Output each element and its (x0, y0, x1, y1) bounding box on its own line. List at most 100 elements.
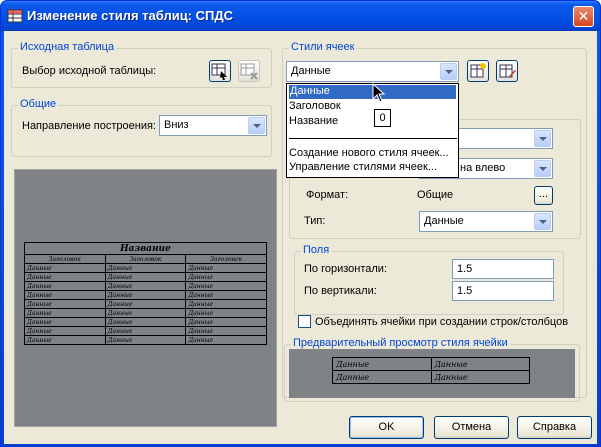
horizontal-margin-input[interactable]: 1.5 (452, 259, 554, 279)
preview-cell: Данные (24, 308, 106, 318)
preview-cell: Данные (24, 317, 106, 327)
preview-cell: Данные (104, 335, 187, 345)
new-cell-style-icon (470, 63, 486, 78)
chevron-down-icon[interactable] (248, 117, 265, 134)
cell-styles-group-title: Стили ячеек (289, 41, 357, 53)
window-title: Изменение стиля таблиц: СПДС (27, 8, 234, 23)
preview-cell: Данные (185, 290, 267, 300)
cell-preview-cell: Данные (332, 370, 432, 384)
vertical-margin-value: 1.5 (457, 285, 473, 297)
cell-preview-cell: Данные (430, 357, 530, 371)
chevron-down-icon[interactable] (534, 130, 551, 147)
preview-cell: Данные (24, 281, 106, 291)
alignment-value: на влево (460, 162, 506, 174)
ok-button[interactable]: OK (349, 416, 424, 439)
select-table-button[interactable] (209, 60, 231, 82)
help-button[interactable]: Справка (517, 416, 592, 439)
preview-cell: Данные (104, 299, 187, 309)
dropdown-separator (289, 138, 457, 139)
source-table-group: Исходная таблица Выбор исходной таблицы: (11, 41, 272, 88)
preview-row: Данные Данные Данные (24, 281, 267, 291)
margins-group-title: Поля (301, 244, 332, 256)
preview-row: Данные Данные Данные (24, 326, 267, 336)
preview-cell: Данные (24, 335, 106, 345)
remove-table-button[interactable] (238, 60, 260, 82)
dialog-window: Изменение стиля таблиц: СПДС ✕ Исходная … (0, 0, 601, 447)
manage-cell-styles-button[interactable] (496, 60, 518, 82)
cell-preview-cell: Данные (332, 357, 432, 371)
preview-cell: Данные (24, 299, 106, 309)
preview-cell: Данные (104, 263, 187, 273)
vertical-margin-label: По вертикали: (304, 285, 377, 297)
table-preview: Название Заголовок Заголовок Заголовок Д… (14, 169, 277, 427)
horizontal-margin-label: По горизонтали: (304, 263, 387, 275)
preview-cell: Данные (24, 272, 106, 282)
preview-cell: Данные (24, 290, 106, 300)
merge-cells-label[interactable]: Объединять ячейки при создании строк/сто… (315, 316, 568, 328)
select-table-icon (211, 63, 227, 80)
type-value: Данные (424, 215, 464, 227)
preview-cell: Данные (185, 308, 267, 318)
preview-cell: Данные (104, 290, 187, 300)
preview-header: Заголовок (104, 254, 187, 264)
preview-row: Данные Данные Данные (24, 272, 267, 282)
dropdown-item-header[interactable]: Заголовок (289, 100, 341, 114)
title-bar[interactable]: Изменение стиля таблиц: СПДС ✕ (1, 1, 600, 31)
close-button[interactable]: ✕ (573, 6, 594, 27)
dialog-client: Исходная таблица Выбор исходной таблицы: (4, 31, 597, 444)
preview-cell: Данные (185, 317, 267, 327)
preview-cell: Данные (24, 263, 106, 273)
cancel-button[interactable]: Отмена (434, 416, 509, 439)
type-label: Тип: (304, 215, 326, 227)
cell-style-preview: Данные Данные Данные Данные (289, 349, 575, 398)
preview-row: Данные Данные Данные (24, 335, 267, 345)
preview-row: Данные Данные Данные (24, 263, 267, 273)
preview-cell: Данные (104, 326, 187, 336)
preview-cell: Данные (185, 263, 267, 273)
format-value: Общие (417, 189, 454, 201)
general-group-title: Общие (18, 98, 59, 110)
direction-label: Направление построения: (22, 120, 156, 132)
preview-row: Данные Данные Данные (24, 299, 267, 309)
horizontal-margin-value: 1.5 (457, 263, 473, 275)
direction-combo[interactable]: Вниз (159, 115, 267, 136)
preview-cell: Данные (185, 299, 267, 309)
preview-table-title: Название (24, 242, 267, 255)
preview-cell: Данные (185, 335, 267, 345)
chevron-down-icon[interactable] (534, 213, 551, 230)
preview-cell: Данные (185, 326, 267, 336)
manage-cell-styles-icon (499, 64, 516, 78)
type-combo[interactable]: Данные (419, 211, 553, 232)
format-label: Формат: (306, 189, 349, 201)
format-button[interactable]: ... (534, 186, 553, 205)
chevron-down-icon[interactable] (534, 160, 551, 177)
dropdown-item-title[interactable]: Название (289, 115, 338, 129)
remove-table-icon (240, 63, 258, 80)
preview-cell: Данные (104, 317, 187, 327)
vertical-margin-input[interactable]: 1.5 (452, 281, 554, 301)
direction-value: Вниз (164, 119, 189, 131)
preview-table: Название Заголовок Заголовок Заголовок Д… (24, 242, 267, 345)
new-cell-style-button[interactable] (467, 60, 489, 82)
cursor-icon (372, 83, 386, 103)
chevron-down-icon[interactable] (440, 63, 457, 80)
table-style-icon (7, 9, 23, 23)
general-group: Общие Направление построения: Вниз (11, 98, 272, 157)
dropdown-new-style[interactable]: Создание нового стиля ячеек... (289, 147, 449, 161)
preview-row: Данные Данные Данные (24, 308, 267, 318)
preview-row: Данные Данные Данные (24, 290, 267, 300)
preview-header: Заголовок (24, 254, 106, 264)
cell-style-combo[interactable]: Данные (286, 61, 459, 82)
cell-preview-table: Данные Данные Данные Данные (332, 357, 530, 384)
preview-row: Данные Данные Данные (24, 317, 267, 327)
preview-cell: Данные (185, 281, 267, 291)
dropdown-manage-styles[interactable]: Управление стилями ячеек... (289, 161, 437, 175)
cell-preview-cell: Данные (430, 370, 530, 384)
merge-cells-checkbox[interactable] (298, 315, 311, 328)
tooltip: 0 (374, 109, 391, 127)
cell-preview-group-title: Предварительный просмотр стиля ячейки (291, 337, 510, 349)
preview-cell: Данные (24, 326, 106, 336)
preview-cell: Данные (104, 281, 187, 291)
preview-cell: Данные (185, 272, 267, 282)
preview-cell: Данные (104, 272, 187, 282)
